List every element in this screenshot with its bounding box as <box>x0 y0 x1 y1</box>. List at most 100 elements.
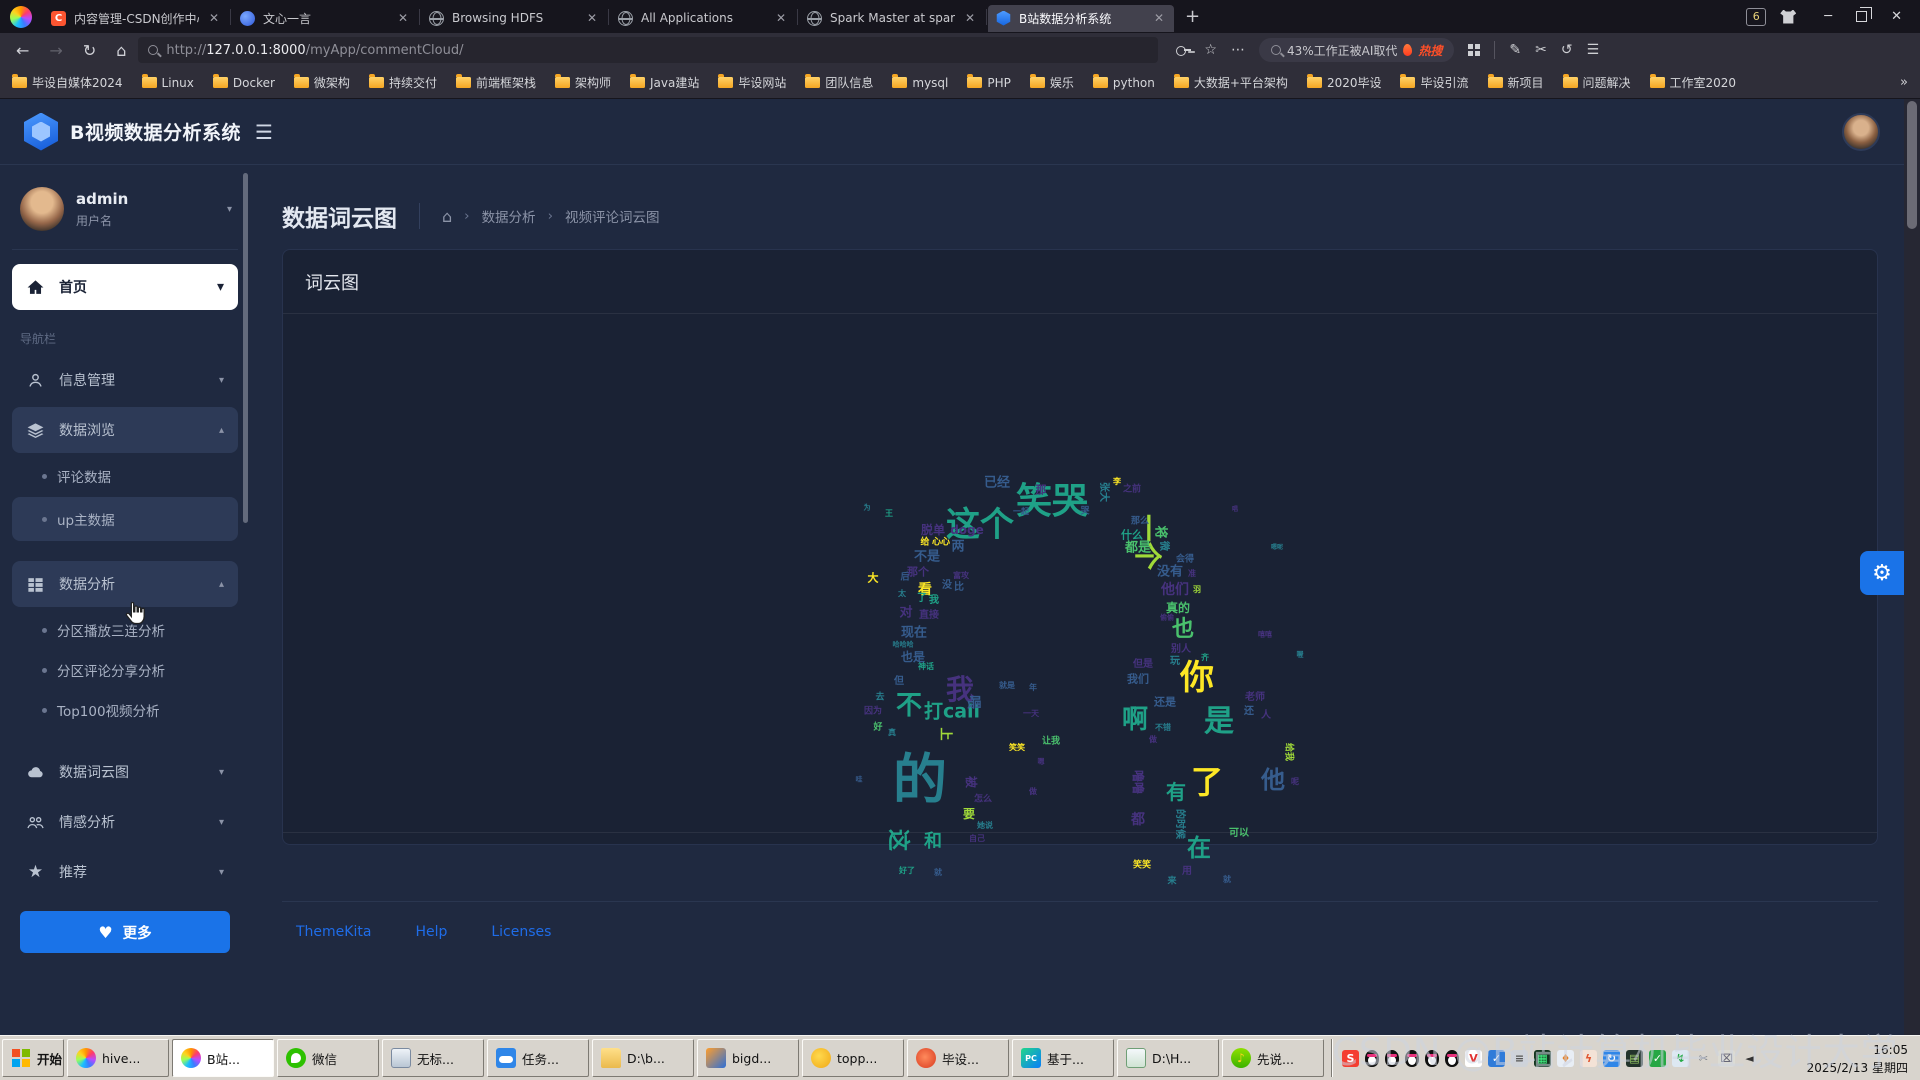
qq-penguin-icon[interactable] <box>1405 1050 1419 1067</box>
history-undo-icon[interactable]: ↺ <box>1561 42 1573 58</box>
taskbar-button[interactable]: bigd... <box>697 1039 799 1077</box>
forward-button[interactable]: → <box>41 41 70 60</box>
sogou-icon[interactable]: S <box>1342 1050 1359 1067</box>
browser-scrollbar[interactable] <box>1904 99 1920 1035</box>
qq-penguin-icon[interactable] <box>1365 1050 1379 1067</box>
hot-search-widget[interactable]: 43%工作正被AI取代 热搜 <box>1259 38 1454 62</box>
header-avatar[interactable] <box>1842 113 1880 151</box>
screen-green-icon[interactable]: ▦ <box>1534 1050 1551 1067</box>
browser-tab[interactable]: C内容管理-CSDN创作中心✕ <box>43 5 229 32</box>
fox-icon[interactable]: ϟ <box>1580 1050 1597 1067</box>
tab-close-icon[interactable]: ✕ <box>774 11 788 25</box>
tab-close-icon[interactable]: ✕ <box>1152 11 1166 25</box>
scissors-icon[interactable]: ✂ <box>1695 1050 1712 1067</box>
browser-tab[interactable]: B站数据分析系统✕ <box>988 5 1174 32</box>
tab-close-icon[interactable]: ✕ <box>396 11 410 25</box>
bookmark-item[interactable]: Docker <box>213 76 275 90</box>
clipboard-icon[interactable]: ≡ <box>1511 1050 1528 1067</box>
browser-tab[interactable]: Spark Master at spark://bi✕ <box>799 5 985 32</box>
browser-tab[interactable]: All Applications✕ <box>610 5 796 32</box>
taskbar-button[interactable]: hive... <box>67 1039 169 1077</box>
sidebar-subitem[interactable]: Top100视频分析 <box>12 691 238 729</box>
bookmark-item[interactable]: 微架构 <box>294 74 350 91</box>
monitor-icon[interactable]: ⌧ <box>1718 1050 1735 1067</box>
taskbar-button[interactable]: 任务... <box>487 1039 589 1077</box>
sidebar-subitem[interactable]: up主数据 <box>12 497 238 541</box>
browser-tab[interactable]: 文心一言✕ <box>232 5 418 32</box>
bookmark-item[interactable]: 持续交付 <box>369 74 437 91</box>
qq-penguin-icon[interactable] <box>1385 1050 1399 1067</box>
breadcrumb-item[interactable]: 视频评论词云图 <box>565 206 660 226</box>
qq-penguin-icon[interactable] <box>1445 1050 1459 1067</box>
bookmark-item[interactable]: 团队信息 <box>805 74 873 91</box>
tab-count-badge[interactable]: 6 <box>1746 8 1766 26</box>
back-button[interactable]: ← <box>8 41 37 60</box>
browser-tab[interactable]: Browsing HDFS✕ <box>421 5 607 32</box>
minimize-button[interactable]: ─ <box>1812 9 1844 24</box>
maximize-button[interactable] <box>1856 11 1867 22</box>
bookmark-item[interactable]: 工作室2020 <box>1650 74 1737 91</box>
apps-grid-icon[interactable] <box>1468 44 1480 56</box>
sidebar-item[interactable]: ★推荐▾ <box>12 849 238 895</box>
footer-link[interactable]: Help <box>415 924 447 940</box>
collect-pen-icon[interactable]: ✎ <box>1509 42 1521 58</box>
theme-shirt-icon[interactable] <box>1780 10 1796 24</box>
v-reader-icon[interactable]: V <box>1465 1050 1482 1067</box>
tab-close-icon[interactable]: ✕ <box>963 11 977 25</box>
bookmark-item[interactable]: PHP <box>967 76 1011 90</box>
close-window-button[interactable]: ✕ <box>1879 9 1914 24</box>
taskbar-button[interactable]: 无标... <box>382 1039 484 1077</box>
scrollbar-thumb[interactable] <box>1907 101 1917 229</box>
bookmark-item[interactable]: 新项目 <box>1488 74 1544 91</box>
plug-green-icon[interactable]: ↯ <box>1672 1050 1689 1067</box>
password-key-icon[interactable] <box>1176 46 1190 54</box>
bookmark-star-icon[interactable]: ☆ <box>1204 42 1217 58</box>
taskbar-button[interactable]: PC基于... <box>1012 1039 1114 1077</box>
taskbar-button[interactable]: B站... <box>172 1039 274 1077</box>
qq-penguin-icon[interactable] <box>1425 1050 1439 1067</box>
shield-blue-icon[interactable]: ✓ <box>1488 1050 1505 1067</box>
footer-link[interactable]: Licenses <box>491 924 551 940</box>
bookmark-item[interactable]: 问题解决 <box>1563 74 1631 91</box>
tab-close-icon[interactable]: ✕ <box>585 11 599 25</box>
new-tab-button[interactable]: + <box>1175 6 1210 27</box>
shield-green-icon[interactable]: ✓ <box>1649 1050 1666 1067</box>
taskbar-button[interactable]: topp... <box>802 1039 904 1077</box>
bookmark-item[interactable]: 前端框架栈 <box>456 74 536 91</box>
sidebar-toggle-icon[interactable]: ☰ <box>255 120 273 144</box>
bookmark-item[interactable]: Linux <box>142 76 194 90</box>
more-tools-icon[interactable]: ⋯ <box>1231 42 1245 58</box>
settings-gear-button[interactable]: ⚙ <box>1860 551 1904 595</box>
bookmark-item[interactable]: 架构师 <box>555 74 611 91</box>
taskbar-button[interactable]: 微信 <box>277 1039 379 1077</box>
reload-button[interactable]: ↻ <box>75 41 104 60</box>
taskbar-button[interactable]: 毕设... <box>907 1039 1009 1077</box>
sidebar-subitem[interactable]: 评论数据 <box>12 457 238 495</box>
bookmark-item[interactable]: mysql <box>892 76 948 90</box>
footer-link[interactable]: ThemeKita <box>296 924 371 940</box>
screenshot-scissors-icon[interactable]: ✂ <box>1535 42 1547 58</box>
bookmark-item[interactable]: 2020毕设 <box>1307 74 1382 91</box>
droplet-icon[interactable]: ♦ <box>1557 1050 1574 1067</box>
sidebar-item[interactable]: 信息管理▾ <box>12 357 238 403</box>
sync-blue-icon[interactable]: ↻ <box>1603 1050 1620 1067</box>
bookmark-item[interactable]: 毕设网站 <box>718 74 786 91</box>
bookmark-item[interactable]: 大数据+平台架构 <box>1174 74 1288 91</box>
taskbar-button[interactable]: D:\H... <box>1117 1039 1219 1077</box>
breadcrumb-home-icon[interactable]: ⌂ <box>442 207 452 226</box>
taskbar-button[interactable]: ♪先说... <box>1222 1039 1324 1077</box>
bookmark-item[interactable]: 毕设引流 <box>1400 74 1468 91</box>
breadcrumb-item[interactable]: 数据分析 <box>482 206 536 226</box>
sidebar-item[interactable]: 数据词云图▾ <box>12 749 238 795</box>
bookmark-item[interactable]: 娱乐 <box>1030 74 1074 91</box>
speaker-icon[interactable]: ◄ <box>1741 1050 1758 1067</box>
bookmark-item[interactable]: python <box>1093 76 1155 90</box>
home-button[interactable]: ⌂ <box>108 41 134 60</box>
more-button[interactable]: ♥更多 <box>20 911 230 953</box>
bookmarks-overflow-icon[interactable]: » <box>1900 75 1908 90</box>
sidebar-item[interactable]: 情感分析▾ <box>12 799 238 845</box>
sidebar-subitem[interactable]: 分区评论分享分析 <box>12 651 238 689</box>
bookmark-item[interactable]: 毕设自媒体2024 <box>12 74 123 91</box>
taskbar-button[interactable]: D:\b... <box>592 1039 694 1077</box>
sidebar-scrollbar[interactable] <box>243 173 248 523</box>
